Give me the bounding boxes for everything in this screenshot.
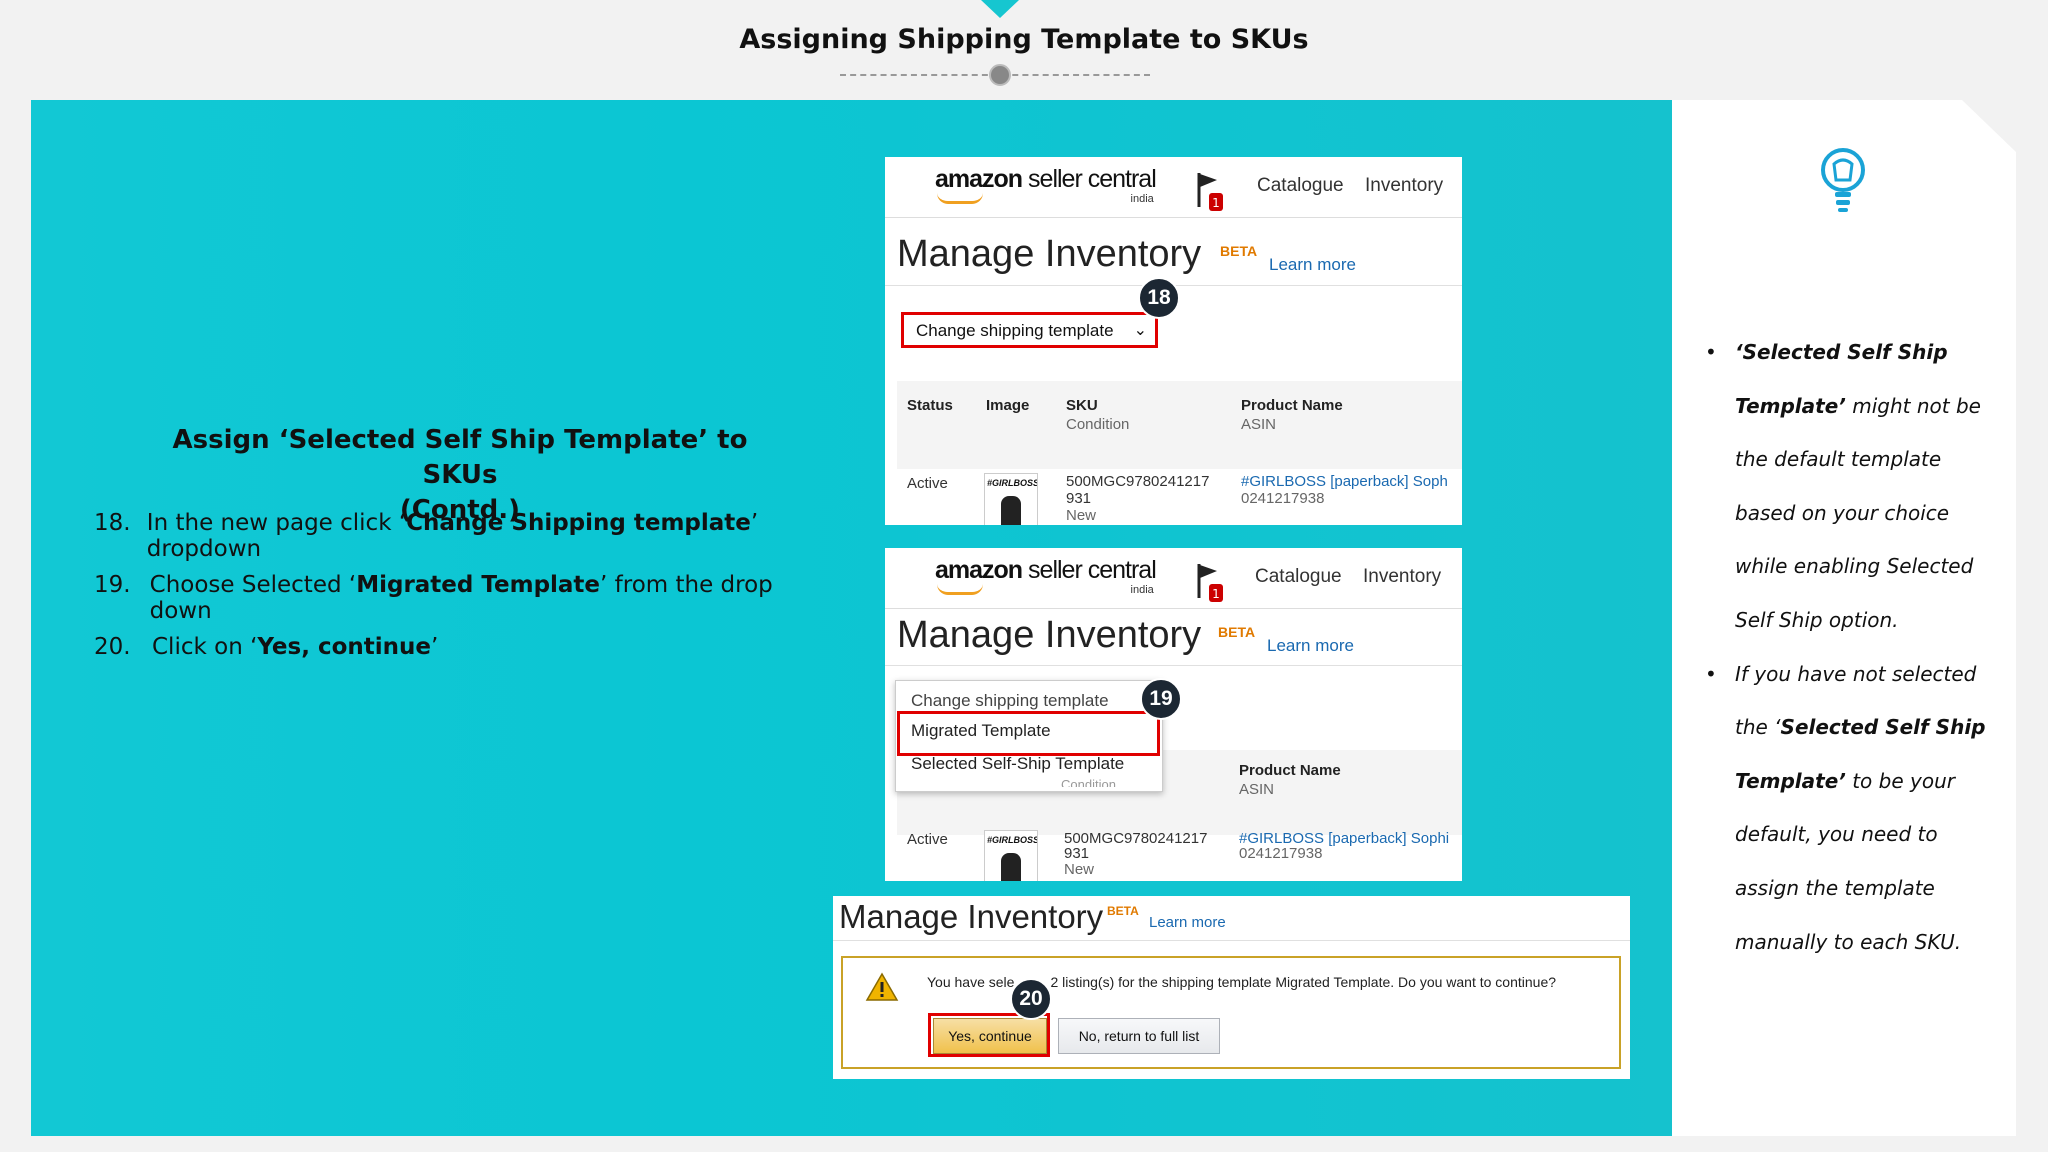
title-dot (989, 64, 1011, 86)
heading-line-1: Assign ‘Selected Self Ship Template’ to … (172, 425, 748, 490)
step-number: 19. (94, 572, 131, 598)
flag-icon[interactable]: 1 (1195, 171, 1225, 213)
beta-badge: BETA (1220, 243, 1258, 259)
row-status: Active (907, 831, 948, 848)
step-19: 19. Choose Selected ‘Migrated Template’ … (94, 572, 814, 634)
screenshot-step-20: Manage Inventory BETA Learn more You hav… (833, 896, 1630, 1079)
no-return-button[interactable]: No, return to full list (1058, 1018, 1220, 1054)
step-text: In the new page click ‘Change Shipping t… (146, 510, 759, 562)
row-sku-2: 931 (1066, 490, 1092, 507)
col-status[interactable]: Status (907, 397, 953, 414)
row-product-link[interactable]: #GIRLBOSS [paperback] Soph (1241, 473, 1448, 490)
seller-navbar: amazon seller central india 1 Catalogue … (885, 548, 1462, 609)
menu-clipped-text: Condition (1061, 777, 1116, 787)
row-condition: New (1064, 861, 1095, 878)
menu-header[interactable]: Change shipping template (911, 691, 1109, 711)
learn-more-link[interactable]: Learn more (1269, 255, 1356, 275)
row-sku-1: 500MGC9780241217 (1066, 473, 1210, 490)
seller-navbar: amazon seller central india 1 Catalogue … (885, 157, 1462, 218)
tip-2: If you have not selected the ‘Selected S… (1705, 648, 2005, 970)
manage-inventory-title: Manage Inventory (897, 233, 1202, 275)
nav-inventory[interactable]: Inventory (1363, 566, 1441, 588)
change-shipping-template-dropdown[interactable]: Change shipping template ⌄ (901, 312, 1158, 348)
step-badge-19: 19 (1140, 678, 1182, 720)
confirmation-alert: You have sele 2 listing(s) for the shippi… (841, 956, 1621, 1069)
flag-icon[interactable]: 1 (1195, 562, 1225, 604)
chevron-down-icon: ⌄ (1133, 322, 1147, 339)
beta-badge: BETA (1218, 624, 1256, 640)
step-20: 20. Click on ‘Yes, continue’ (94, 634, 814, 696)
warning-icon (865, 972, 899, 1001)
step-text: Click on ‘Yes, continue’ (152, 634, 439, 660)
nav-catalogue[interactable]: Catalogue (1255, 566, 1342, 588)
row-asin: 0241217938 (1241, 490, 1325, 507)
step-18: 18. In the new page click ‘Change Shippi… (94, 510, 814, 572)
col-sku[interactable]: SKU (1066, 397, 1098, 414)
slide-title: Assigning Shipping Template to SKUs (739, 24, 1309, 55)
product-thumbnail[interactable]: #GIRLBOSS (984, 830, 1038, 881)
menu-item-selected-self-ship[interactable]: Selected Self-Ship Template (911, 754, 1124, 774)
row-condition: New (1066, 507, 1097, 524)
col-asin[interactable]: ASIN (1241, 416, 1276, 433)
step-badge-18: 18 (1138, 277, 1180, 319)
learn-more-link[interactable]: Learn more (1267, 636, 1354, 656)
col-product-name[interactable]: Product Name (1241, 397, 1343, 414)
screenshot-step-18: amazon seller central india 1 Catalogue … (885, 157, 1462, 525)
col-image[interactable]: Image (986, 397, 1029, 414)
beta-badge: BETA (1107, 904, 1139, 918)
inventory-table-header (897, 381, 1462, 469)
row-status: Active (907, 475, 948, 492)
col-product-name[interactable]: Product Name (1239, 762, 1341, 779)
nav-inventory[interactable]: Inventory (1365, 175, 1443, 197)
dropdown-label: Change shipping template (916, 321, 1114, 340)
steps-list: 18. In the new page click ‘Change Shippi… (94, 510, 814, 696)
nav-catalogue[interactable]: Catalogue (1257, 175, 1344, 197)
manage-inventory-title: Manage Inventory (839, 898, 1104, 935)
migrated-template-highlight (897, 711, 1160, 756)
svg-text:1: 1 (1212, 196, 1220, 210)
col-condition[interactable]: Condition (1066, 416, 1129, 433)
step-text: Choose Selected ‘Migrated Template’ from… (149, 572, 773, 624)
svg-text:1: 1 (1212, 587, 1220, 601)
step-number: 18. (94, 510, 131, 536)
product-thumbnail[interactable]: #GIRLBOSS (984, 473, 1038, 525)
top-notch-marker (981, 0, 1019, 18)
step-number: 20. (94, 634, 131, 660)
row-asin: 0241217938 (1239, 845, 1323, 862)
amazon-seller-central-logo[interactable]: amazon seller central india (935, 165, 1157, 205)
amazon-seller-central-logo[interactable]: amazon seller central india (935, 556, 1157, 596)
row-sku-2: 931 (1064, 845, 1090, 862)
manage-inventory-title: Manage Inventory (897, 614, 1202, 656)
step-badge-20: 20 (1010, 978, 1052, 1020)
learn-more-link[interactable]: Learn more (1149, 914, 1226, 931)
lightbulb-icon (1821, 148, 1865, 212)
tips-list: ‘Selected Self Ship Template’ might not … (1705, 326, 2005, 969)
screenshot-step-19: amazon seller central india 1 Catalogue … (885, 548, 1462, 881)
tip-1: ‘Selected Self Ship Template’ might not … (1705, 326, 2005, 648)
col-asin[interactable]: ASIN (1239, 781, 1274, 798)
